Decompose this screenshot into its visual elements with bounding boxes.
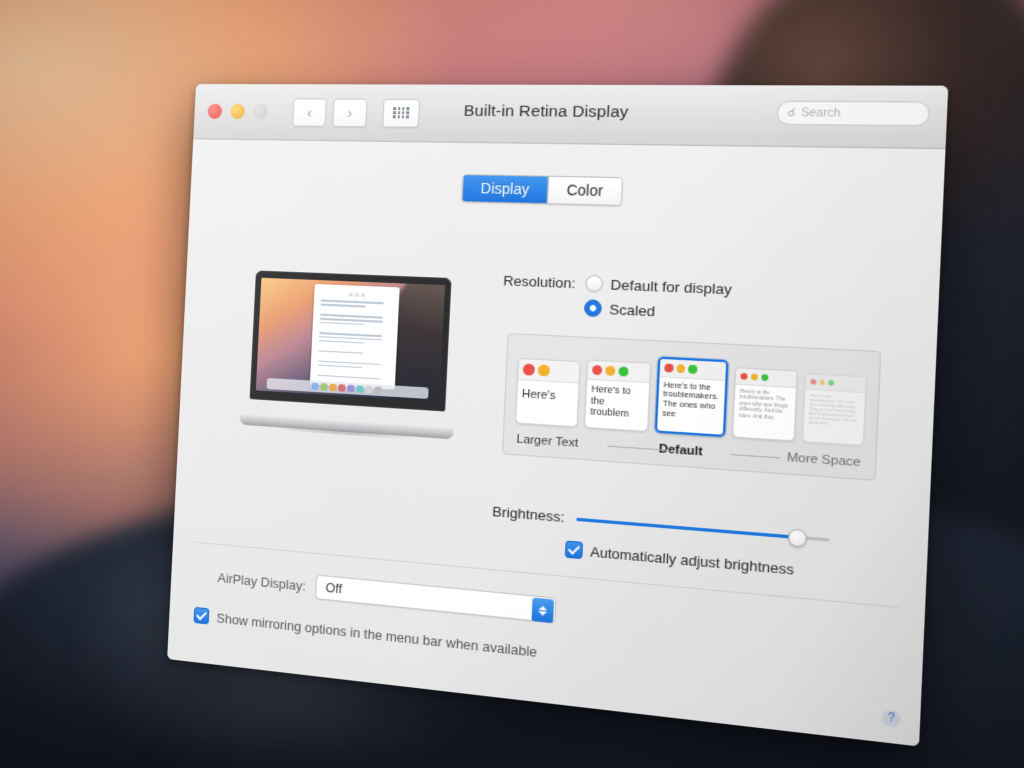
help-button[interactable]: ? xyxy=(881,709,901,729)
display-controls: Resolution: Default for display Scaled H… xyxy=(471,271,917,588)
tab-bar: Display Color xyxy=(461,174,624,207)
airplay-value: Off xyxy=(325,580,343,597)
scaling-option-2-selected[interactable]: Here's to the troublemakers. The ones wh… xyxy=(654,356,729,438)
brightness-slider[interactable] xyxy=(576,511,830,548)
show-all-icon[interactable] xyxy=(382,98,421,128)
thumb-text: Here's to the troublem xyxy=(590,383,631,420)
grid-glyph xyxy=(393,106,410,119)
brightness-label: Brightness: xyxy=(491,503,565,526)
macbook-illustration xyxy=(239,270,461,446)
resolution-row: Resolution: Default for display Scaled xyxy=(482,271,917,339)
resolution-options: Default for display Scaled xyxy=(583,274,733,331)
close-button[interactable] xyxy=(207,103,223,119)
thumb-text: Here's to the troublemakers. The ones wh… xyxy=(662,379,719,419)
thumb-text: Here's xyxy=(521,387,556,403)
preferences-window-wrapper: ‹ › Built-in Retina Display ☌ Search Dis… xyxy=(167,84,949,747)
radio-label-default: Default for display xyxy=(610,276,733,298)
airplay-popup-button[interactable]: Off xyxy=(315,574,557,624)
forward-button[interactable]: › xyxy=(332,97,368,127)
slider-fill xyxy=(576,517,798,540)
mirroring-label: Show mirroring options in the menu bar w… xyxy=(216,609,538,660)
slider-knob[interactable] xyxy=(788,528,808,548)
brightness-row: Brightness: xyxy=(472,501,906,556)
window-body: Display Color Resolution: Default for di… xyxy=(167,139,946,747)
auto-brightness-label: Automatically adjust brightness xyxy=(589,543,795,578)
radio-default-for-display[interactable]: Default for display xyxy=(584,274,733,298)
scale-label-larger-text: Larger Text xyxy=(516,433,579,451)
scaling-option-3[interactable]: Here's to the troublemakers. The ones wh… xyxy=(731,367,798,442)
navigation-buttons: ‹ › xyxy=(292,97,368,127)
checkbox-icon-auto-brightness xyxy=(564,540,584,560)
scaling-thumbnails: Here's Here's to the troublem Here's to … xyxy=(515,347,867,447)
thumb-text: Here's to the troublemakers. The ones wh… xyxy=(808,392,857,426)
traffic-lights xyxy=(207,103,269,120)
radio-icon-scaled xyxy=(583,299,603,318)
scaling-option-4[interactable]: Here's to the troublemakers. The ones wh… xyxy=(801,373,867,447)
laptop-screen xyxy=(255,277,446,402)
tab-display[interactable]: Display xyxy=(462,175,548,204)
scaled-resolution-picker: Here's Here's to the troublem Here's to … xyxy=(501,332,882,481)
airplay-label: AirPlay Display: xyxy=(217,569,307,594)
laptop-lid xyxy=(249,270,452,412)
window-titlebar: ‹ › Built-in Retina Display ☌ Search xyxy=(193,84,949,150)
checkbox-icon-mirroring xyxy=(193,606,210,625)
resolution-label: Resolution: xyxy=(502,272,576,292)
scale-label-more-space: More Space xyxy=(786,451,861,470)
screenshot-stage: ‹ › Built-in Retina Display ☌ Search Dis… xyxy=(0,0,1024,768)
search-field[interactable]: ☌ Search xyxy=(776,100,931,127)
search-icon: ☌ xyxy=(787,106,796,120)
minimize-button[interactable] xyxy=(230,103,246,120)
scaling-option-0[interactable]: Here's xyxy=(515,357,581,428)
radio-icon-default xyxy=(584,274,604,293)
back-button[interactable]: ‹ xyxy=(292,97,327,127)
laptop-document-toolbar xyxy=(319,292,394,299)
scaling-option-1[interactable]: Here's to the troublem xyxy=(584,359,652,433)
zoom-button xyxy=(252,104,269,120)
search-placeholder: Search xyxy=(800,106,841,120)
scale-tick-right xyxy=(731,454,780,459)
displays-preferences-window: ‹ › Built-in Retina Display ☌ Search Dis… xyxy=(167,84,949,747)
thumb-text: Here's to the troublemakers. The ones wh… xyxy=(738,388,789,420)
radio-label-scaled: Scaled xyxy=(609,300,656,319)
laptop-document-window xyxy=(309,284,400,390)
chevron-updown-icon[interactable] xyxy=(531,597,555,624)
tab-color[interactable]: Color xyxy=(546,176,623,205)
radio-scaled[interactable]: Scaled xyxy=(583,299,731,323)
